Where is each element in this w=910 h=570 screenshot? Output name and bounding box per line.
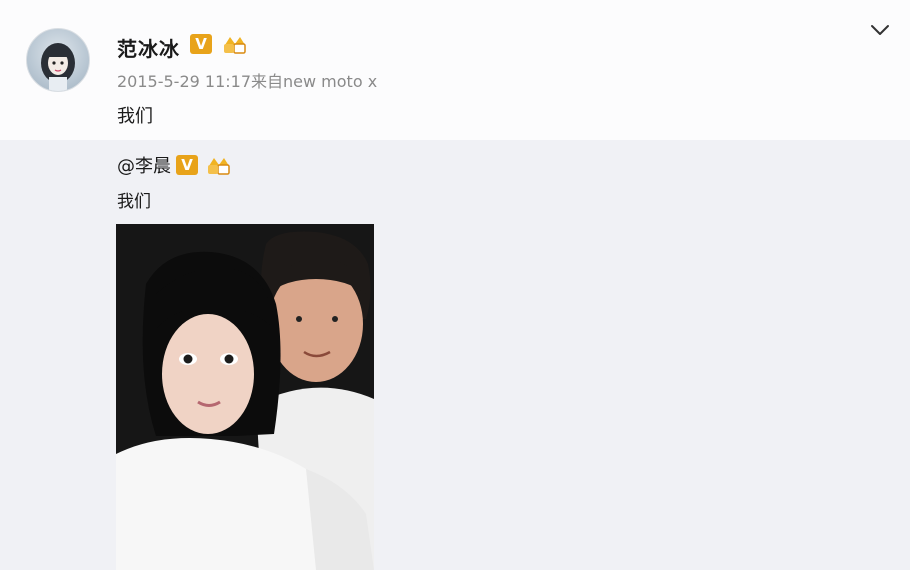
avatar-illustration — [41, 43, 75, 91]
verified-badge-icon: V — [190, 34, 212, 54]
user-avatar[interactable] — [26, 28, 90, 92]
post-timestamp[interactable]: 2015-5-29 11:17 — [117, 72, 251, 91]
member-crown-icon[interactable] — [222, 33, 248, 55]
repost-username[interactable]: @李晨 — [117, 152, 171, 178]
post-header: 范冰冰 V 2015-5-29 11:17来自new moto x 我们 — [0, 0, 910, 140]
post-text: 我们 — [117, 106, 153, 127]
member-crown-icon[interactable] — [206, 154, 232, 176]
post-source[interactable]: new moto x — [283, 72, 377, 91]
post-username[interactable]: 范冰冰 — [117, 33, 180, 62]
verified-badge-icon: V — [176, 155, 198, 175]
repost-text: 我们 — [117, 192, 151, 212]
selfie-photo-illustration — [116, 224, 374, 570]
post-meta: 2015-5-29 11:17来自new moto x — [117, 68, 377, 92]
chevron-down-icon[interactable] — [868, 20, 892, 40]
post-photo[interactable] — [116, 224, 374, 570]
post-source-prefix: 来自 — [251, 72, 284, 91]
